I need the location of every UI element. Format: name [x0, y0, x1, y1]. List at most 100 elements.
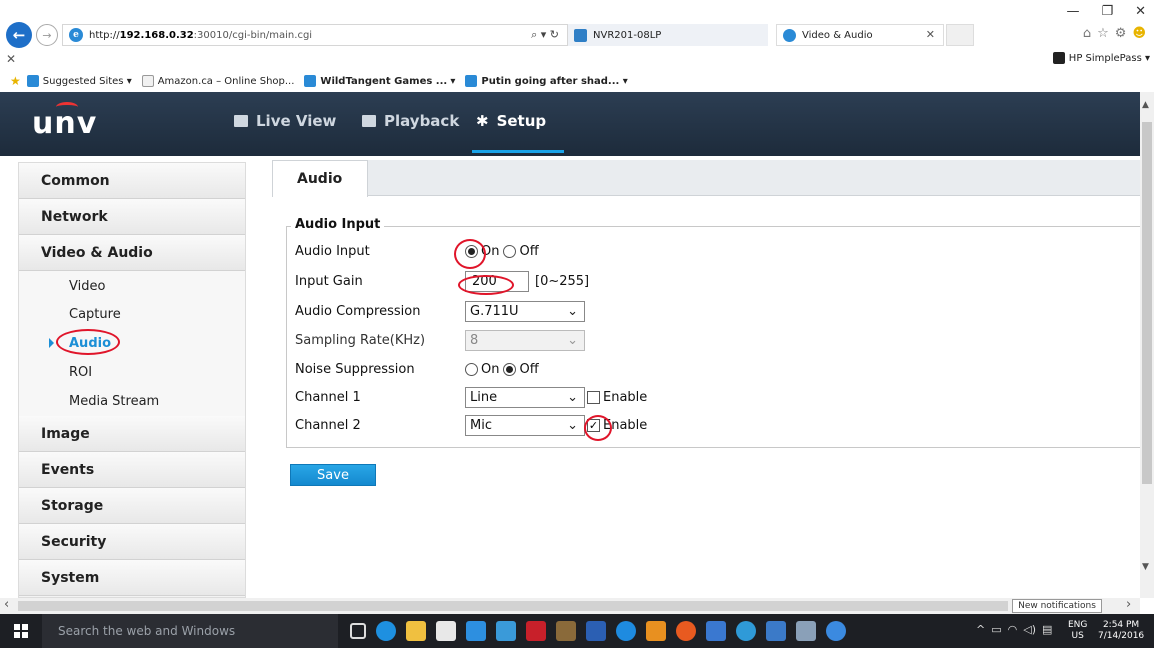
- scroll-left-icon[interactable]: ‹: [4, 597, 9, 612]
- sidebar-sub-video[interactable]: Video: [19, 271, 245, 300]
- row-audio-compression: Audio Compression G.711U ⌄: [295, 299, 1135, 323]
- clock[interactable]: 2:54 PM 7/14/2016: [1098, 620, 1144, 642]
- horizontal-scroll-thumb[interactable]: [18, 601, 1008, 611]
- forward-button[interactable]: →: [36, 24, 58, 46]
- vertical-scrollbar[interactable]: ▲ ▼: [1140, 92, 1154, 598]
- sidebar-sub-label: Capture: [69, 307, 121, 322]
- close-button[interactable]: ✕: [1135, 4, 1146, 19]
- audio-input-label: Audio Input: [295, 243, 370, 259]
- tab-close-icon[interactable]: ✕: [926, 28, 935, 41]
- minimize-button[interactable]: —: [1066, 4, 1079, 19]
- fav-suggested-sites[interactable]: Suggested Sites ▾: [26, 75, 132, 87]
- fav-wildtangent-arrow[interactable]: ▾: [450, 76, 455, 87]
- smiley-icon[interactable]: ☻: [1132, 26, 1146, 41]
- channel-1-enable-checkbox[interactable]: [587, 390, 600, 404]
- fav-amazon[interactable]: Amazon.ca – Online Shop...: [141, 75, 294, 87]
- audio-compression-select[interactable]: G.711U ⌄: [465, 300, 585, 322]
- sidebar-sub-media-stream[interactable]: Media Stream: [19, 387, 245, 416]
- restore-button[interactable]: ❐: [1101, 4, 1113, 19]
- scroll-down-icon[interactable]: ▼: [1142, 562, 1149, 572]
- home-icon[interactable]: ⌂: [1083, 26, 1091, 41]
- search-refresh-icons[interactable]: ⌕ ▾ ↻: [531, 28, 559, 42]
- gear-icon[interactable]: ⚙: [1115, 26, 1127, 41]
- favorites-star-icon[interactable]: ☆: [1097, 26, 1109, 41]
- acrobat-icon[interactable]: [526, 621, 546, 641]
- active-arrow-icon: [49, 338, 54, 348]
- chevron-up-icon[interactable]: ^: [976, 623, 985, 636]
- nav-playback[interactable]: Playback: [362, 112, 459, 130]
- app-icon-4[interactable]: [766, 621, 786, 641]
- action-center-icon[interactable]: ▤: [1042, 623, 1052, 636]
- input-gain-field[interactable]: 200: [465, 270, 529, 292]
- channel-2-enable-checkbox[interactable]: ✓: [587, 418, 600, 432]
- chevron-down-icon: ⌄: [567, 389, 578, 405]
- sidebar-item-events[interactable]: Events: [19, 452, 245, 488]
- sidebar-item-security[interactable]: Security: [19, 524, 245, 560]
- scroll-up-icon[interactable]: ▲: [1142, 100, 1149, 110]
- browser-tab-nvr[interactable]: NVR201-08LP: [568, 24, 768, 46]
- file-explorer-icon[interactable]: [406, 621, 426, 641]
- audio-compression-label: Audio Compression: [295, 303, 421, 319]
- favorites-star-icon[interactable]: ★: [10, 74, 21, 88]
- windows-taskbar: Search the web and Windows ^ ▭ ◠ ◁) ▤ EN…: [0, 614, 1154, 648]
- sidebar-sub-audio[interactable]: Audio: [19, 329, 245, 358]
- noise-on-radio[interactable]: [465, 362, 478, 376]
- volume-icon[interactable]: ◁): [1023, 623, 1036, 636]
- app-icon-5[interactable]: [796, 621, 816, 641]
- hp-icon: [1052, 52, 1065, 64]
- wifi-icon[interactable]: ◠: [1008, 623, 1018, 636]
- sidebar-sub-capture[interactable]: Capture: [19, 300, 245, 329]
- word-icon[interactable]: [586, 621, 606, 641]
- fav-wildtangent[interactable]: WildTangent Games ... ▾: [304, 75, 455, 87]
- app-icon[interactable]: [496, 621, 516, 641]
- sidebar-item-common[interactable]: Common: [19, 163, 245, 199]
- task-view-icon[interactable]: [350, 623, 366, 639]
- audio-input-off-radio[interactable]: [503, 244, 517, 258]
- edge-icon[interactable]: [376, 621, 396, 641]
- store-icon[interactable]: [436, 621, 456, 641]
- outlook-icon[interactable]: [646, 621, 666, 641]
- save-button[interactable]: Save: [290, 464, 376, 486]
- channel-2-value: Mic: [470, 417, 492, 433]
- app-icon-3[interactable]: [736, 621, 756, 641]
- app-icon-2[interactable]: [706, 621, 726, 641]
- hp-simplepass[interactable]: HP SimplePass ▾: [1052, 52, 1150, 64]
- language-indicator[interactable]: ENG US: [1068, 620, 1087, 642]
- close-find-icon[interactable]: ✕: [6, 52, 16, 66]
- sidebar-item-network[interactable]: Network: [19, 199, 245, 235]
- channel-2-select[interactable]: Mic ⌄: [465, 414, 585, 436]
- back-button[interactable]: ←: [6, 22, 32, 48]
- fav-putin-label: Putin going after shad... ▾: [481, 75, 628, 87]
- app-header: unv Live View Playback ✱ Setup: [0, 92, 1140, 156]
- app-icon-6[interactable]: [826, 621, 846, 641]
- nav-live-view[interactable]: Live View: [234, 112, 336, 130]
- url-prefix: http://: [89, 29, 120, 41]
- battery-icon[interactable]: ▭: [991, 623, 1001, 636]
- game-icon[interactable]: [556, 621, 576, 641]
- film-icon: [362, 115, 376, 127]
- firefox-icon[interactable]: [676, 621, 696, 641]
- vertical-scroll-thumb[interactable]: [1142, 122, 1152, 484]
- sidebar-item-video-audio[interactable]: Video & Audio: [19, 235, 245, 271]
- sidebar-item-system[interactable]: System: [19, 560, 245, 596]
- channel-1-select[interactable]: Line ⌄: [465, 386, 585, 408]
- sidebar-item-image[interactable]: Image: [19, 416, 245, 452]
- browser-tab-video-audio[interactable]: Video & Audio ✕: [776, 24, 944, 46]
- scroll-right-icon[interactable]: ›: [1126, 597, 1131, 612]
- ie-icon[interactable]: [616, 621, 636, 641]
- new-tab-button[interactable]: [946, 24, 974, 46]
- sidebar-item-storage[interactable]: Storage: [19, 488, 245, 524]
- sidebar-sub-roi[interactable]: ROI: [19, 358, 245, 387]
- noise-off-radio[interactable]: [503, 362, 517, 376]
- tab-audio[interactable]: Audio: [272, 160, 368, 197]
- fav-wildtangent-label: WildTangent Games ...: [320, 75, 448, 87]
- address-bar[interactable]: e http:// 192.168.0.32 :30010/cgi-bin/ma…: [62, 24, 568, 46]
- fav-putin[interactable]: Putin going after shad... ▾: [465, 75, 628, 87]
- taskbar-search-input[interactable]: Search the web and Windows: [42, 614, 338, 648]
- horizontal-scrollbar[interactable]: ‹ ›: [0, 597, 1140, 614]
- media-player-icon[interactable]: [466, 621, 486, 641]
- windows-start-button[interactable]: [14, 624, 28, 638]
- nav-setup[interactable]: ✱ Setup: [476, 112, 546, 130]
- nav-setup-label: Setup: [496, 112, 547, 130]
- audio-input-on-radio[interactable]: [465, 244, 478, 258]
